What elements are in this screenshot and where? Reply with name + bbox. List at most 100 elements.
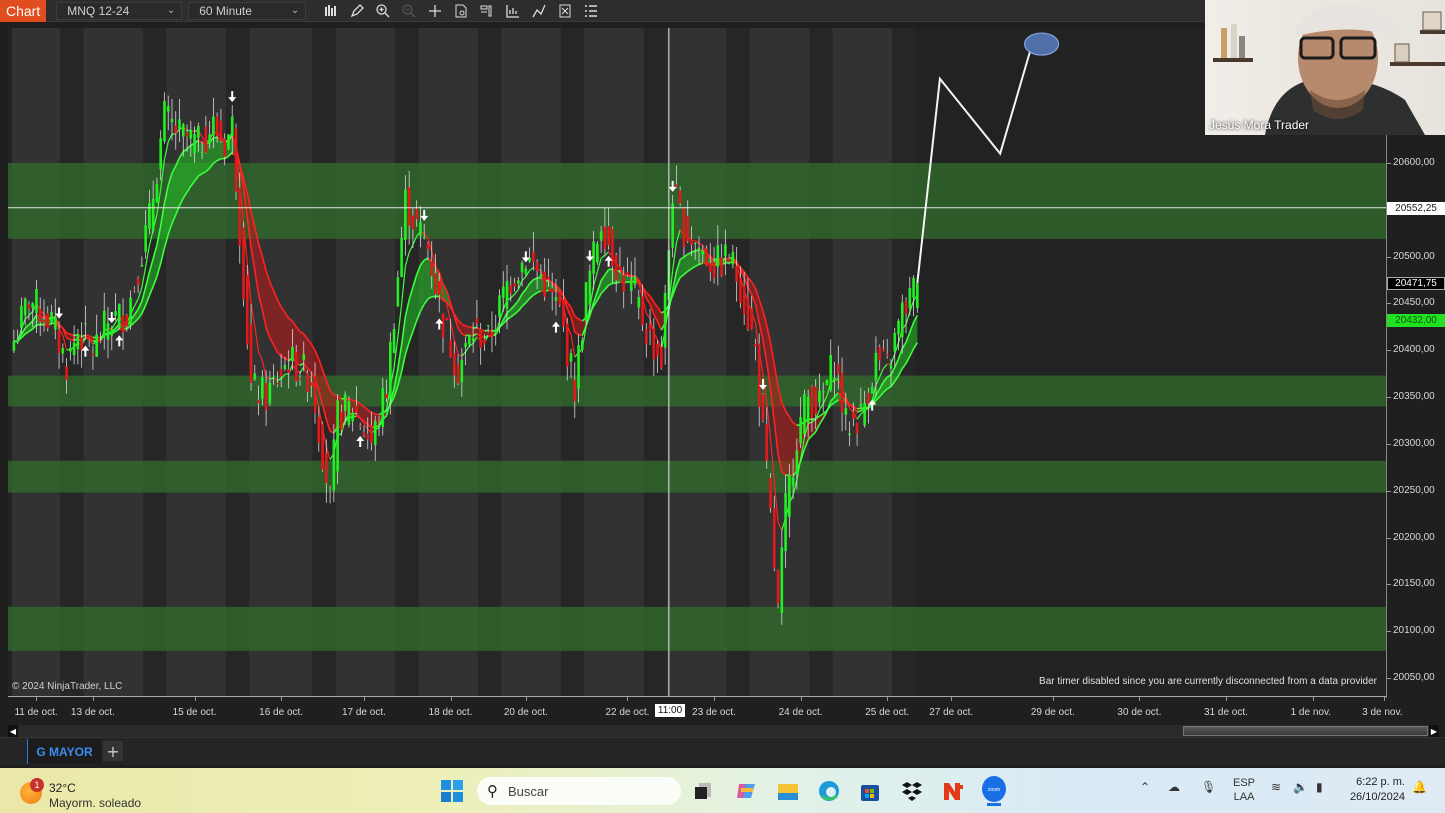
- candle-down: [99, 340, 102, 342]
- crosshair-icon[interactable]: [424, 2, 446, 20]
- candle-up: [663, 293, 667, 348]
- candle-up: [897, 320, 900, 335]
- ninjatrader-icon[interactable]: [939, 777, 967, 805]
- scroll-left-arrow-icon[interactable]: ◀: [8, 725, 18, 737]
- scroll-right-arrow-icon[interactable]: ▶: [1429, 725, 1439, 737]
- candle-down: [852, 411, 855, 419]
- candle-down: [618, 266, 622, 271]
- chart-menu-button[interactable]: Chart: [0, 0, 47, 22]
- candle-down: [648, 323, 652, 331]
- templates-icon[interactable]: [528, 2, 550, 20]
- candle-down: [690, 239, 693, 245]
- bar-type-icon[interactable]: [320, 2, 342, 20]
- candle-up: [189, 129, 193, 139]
- time-axis[interactable]: 11:00 11 de oct. 13 de oct. 15 de oct. 16 d…: [8, 696, 1403, 724]
- candle-up: [629, 280, 633, 292]
- candle-up: [106, 323, 110, 340]
- show-hidden-icons[interactable]: ⌃: [1140, 780, 1150, 794]
- candle-up: [468, 334, 471, 345]
- ema-line-slow: [484, 329, 489, 332]
- indicators-icon[interactable]: [502, 2, 524, 20]
- price-tick-label: 20600,00: [1393, 157, 1435, 168]
- keyboard-layout: LAA: [1233, 791, 1255, 803]
- store-icon[interactable]: [856, 777, 884, 805]
- candle-down: [810, 386, 814, 419]
- candle-up: [227, 134, 230, 150]
- candle-down: [479, 328, 482, 349]
- copilot-icon[interactable]: [732, 777, 760, 805]
- candle-down: [483, 339, 486, 345]
- candle-up: [347, 401, 351, 425]
- time-tick: [800, 697, 802, 701]
- candle-down: [772, 508, 776, 569]
- properties-icon[interactable]: [554, 2, 576, 20]
- candle-up: [599, 231, 603, 241]
- notifications-icon[interactable]: 🔔: [1412, 780, 1427, 794]
- candle-down: [678, 190, 682, 204]
- candle-up: [596, 243, 599, 263]
- candle-up: [95, 334, 99, 357]
- candle-up: [12, 341, 16, 351]
- time-tick-label: 15 de oct.: [172, 707, 217, 718]
- task-view-icon[interactable]: [689, 777, 717, 805]
- candle-down: [358, 425, 362, 427]
- ema-line-slow: [465, 325, 470, 328]
- candle-down: [746, 297, 750, 330]
- interval-select[interactable]: 60 Minute ⌄: [188, 1, 307, 20]
- price-tick-label: 20100,00: [1393, 625, 1435, 637]
- chart-panel[interactable]: [8, 28, 1386, 696]
- session-night-band: [809, 28, 833, 696]
- zoom-icon[interactable]: zoom: [980, 776, 1008, 806]
- strategies-icon[interactable]: [476, 2, 498, 20]
- time-tick-label: 16 de oct.: [259, 707, 304, 718]
- tab-g-mayor[interactable]: G MAYOR: [27, 739, 101, 764]
- dropbox-icon[interactable]: [898, 777, 926, 805]
- candle-up: [253, 373, 257, 380]
- candle-up: [863, 403, 866, 426]
- microphone-icon[interactable]: 🎙: [1201, 780, 1216, 794]
- language-indicator[interactable]: ESP LAA: [1233, 776, 1255, 804]
- candle-down: [626, 271, 629, 275]
- weather-widget[interactable]: 1 32°C Mayorm. soleado: [20, 774, 170, 810]
- candle-up: [69, 347, 72, 352]
- candle-up: [501, 286, 505, 298]
- ema-line-slow: [469, 326, 474, 329]
- wifi-icon[interactable]: ≋: [1271, 780, 1281, 794]
- scrollbar-thumb[interactable]: [1183, 726, 1428, 736]
- last-price-flag: 20471,75: [1387, 277, 1445, 291]
- candle-down: [80, 337, 83, 351]
- candle-up: [159, 138, 163, 170]
- crosshair-time-flag: 11:00: [654, 704, 686, 717]
- candle-up: [821, 391, 825, 393]
- start-icon[interactable]: [438, 777, 466, 805]
- volume-icon[interactable]: 🔉: [1293, 780, 1308, 794]
- chart-trader-icon[interactable]: [580, 2, 602, 20]
- candle-down: [366, 434, 370, 440]
- data-box-icon[interactable]: [450, 2, 472, 20]
- candle-down: [434, 273, 437, 295]
- zoom-out-icon[interactable]: [398, 2, 420, 20]
- edge-icon[interactable]: [815, 777, 843, 805]
- price-chart[interactable]: [8, 28, 1386, 696]
- horizontal-scrollbar[interactable]: ◀ ▶: [8, 725, 1439, 737]
- ema-ribbon-segment: [695, 250, 699, 267]
- candle-down: [133, 289, 136, 291]
- candle-down: [385, 393, 388, 399]
- drawing-tool-icon[interactable]: [346, 2, 368, 20]
- instrument-select[interactable]: MNQ 12-24 ⌄: [56, 1, 183, 20]
- time-tick-label: 18 de oct.: [428, 707, 473, 718]
- candle-up: [102, 310, 106, 338]
- candle-down: [42, 319, 46, 323]
- file-explorer-icon[interactable]: [774, 777, 802, 805]
- candle-down: [362, 432, 366, 436]
- ema-ribbon-segment: [277, 299, 282, 357]
- add-tab-button[interactable]: +: [103, 741, 123, 761]
- candle-down: [306, 373, 309, 392]
- battery-icon[interactable]: ▮: [1316, 780, 1323, 794]
- zoom-in-icon[interactable]: [372, 2, 394, 20]
- system-clock[interactable]: 6:22 p. m. 26/10/2024: [1345, 775, 1405, 805]
- onedrive-icon[interactable]: ☁: [1168, 780, 1180, 794]
- sr-zone: [8, 606, 1386, 651]
- candle-up: [419, 222, 422, 236]
- taskbar-search[interactable]: ⚲ Buscar: [477, 777, 681, 805]
